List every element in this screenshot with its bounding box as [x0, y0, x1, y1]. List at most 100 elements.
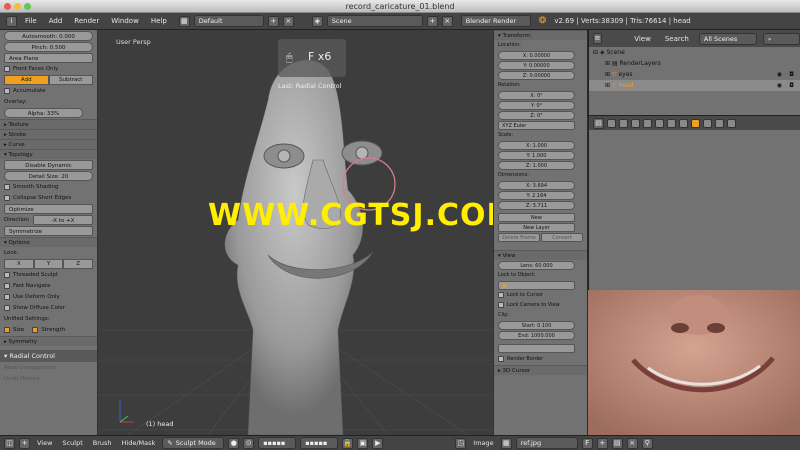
render-tab-icon[interactable] — [607, 118, 616, 128]
data-tab-icon[interactable] — [679, 118, 688, 128]
local-camera-field[interactable] — [498, 344, 575, 353]
scene-field[interactable]: Scene — [326, 15, 423, 27]
direction-select[interactable]: -X to +X — [32, 215, 93, 225]
open-image-icon[interactable]: ▤ — [611, 437, 623, 449]
accumulate-checkbox[interactable]: Accumulate — [4, 86, 93, 96]
viewport-editor-icon[interactable]: ◫ — [4, 437, 15, 449]
scene-tab-icon[interactable] — [631, 118, 640, 128]
rotation-z-field[interactable]: Z: 0° — [498, 111, 575, 120]
lock-object-field[interactable]: ▣ — [498, 281, 575, 290]
menu-sculpt[interactable]: Sculpt — [59, 439, 85, 447]
remove-scene-icon[interactable]: × — [441, 15, 453, 27]
material-tab-icon[interactable] — [691, 118, 700, 128]
clip-end-field[interactable]: End: 1000.000 — [498, 331, 575, 340]
subtract-button[interactable]: Subtract — [48, 75, 93, 85]
new-image-icon[interactable]: + — [596, 437, 608, 449]
menu-window[interactable]: Window — [107, 17, 143, 25]
area-plane-select[interactable]: Area Plane — [4, 53, 93, 63]
smooth-shading-checkbox[interactable]: Smooth Shading — [4, 182, 93, 192]
mode-select[interactable]: ✎ Sculpt Mode — [162, 437, 225, 449]
lock-x-button[interactable]: X — [4, 259, 34, 269]
collapse-menus-icon[interactable]: + — [19, 437, 30, 449]
outliner-view-menu[interactable]: View — [630, 35, 655, 43]
render-preview-icon[interactable]: ▣ — [357, 437, 369, 449]
outliner-renderlayers-row[interactable]: ⊞ ▤ RenderLayers — [589, 58, 800, 69]
delete-frame-button[interactable]: Delete Frame — [498, 233, 540, 242]
curve-section[interactable]: ▸ Curve — [0, 139, 97, 149]
symmetry-section[interactable]: ▸ Symmetry — [0, 336, 97, 346]
eye-visibility-icon[interactable]: ◉ — [777, 69, 782, 80]
outliner-head-row[interactable]: ⊞ ▽ head ◉ ◘ — [589, 80, 800, 91]
dimensions-z-field[interactable]: Z: 3.711 — [498, 201, 575, 210]
object-tab-icon[interactable] — [655, 118, 664, 128]
render-visibility-icon[interactable]: ◘ — [789, 69, 794, 80]
render-visibility-icon[interactable]: ◘ — [789, 80, 794, 91]
optimize-button[interactable]: Optimize — [4, 204, 93, 214]
menu-hide-mask[interactable]: Hide/Mask — [119, 439, 159, 447]
autosmooth-slider[interactable]: Autosmooth: 0.000 — [4, 31, 93, 41]
viewport-shading-icon[interactable]: ● — [228, 437, 240, 449]
close-window-icon[interactable] — [4, 3, 11, 10]
texture-tab-icon[interactable] — [703, 118, 712, 128]
outliner-eyes-row[interactable]: ⊞ ▽ eyes ◉ ◘ — [589, 69, 800, 80]
new-grease-pencil-button[interactable]: New — [498, 213, 575, 222]
render-engine-select[interactable]: Blender Render — [460, 15, 531, 27]
render-border-checkbox[interactable]: Render Border — [498, 355, 583, 364]
threaded-sculpt-checkbox[interactable]: Threaded Sculpt — [4, 270, 93, 280]
render-animation-icon[interactable]: ▶ — [372, 437, 384, 449]
transform-section[interactable]: ▾ Transform: — [494, 30, 587, 40]
unified-strength-checkbox[interactable]: Strength — [32, 325, 65, 335]
lens-field[interactable]: Lens: 60.000 — [498, 261, 575, 270]
scale-z-field[interactable]: Z: 1.000 — [498, 161, 575, 170]
menu-render[interactable]: Render — [70, 17, 103, 25]
alpha-slider[interactable]: Alpha: 33% — [4, 108, 83, 118]
image-name-field[interactable]: ref.jpg — [515, 437, 578, 449]
unified-size-checkbox[interactable]: Size — [4, 325, 24, 335]
clip-start-field[interactable]: Start: 0.100 — [498, 321, 575, 330]
topology-section[interactable]: ▾ Topology — [0, 149, 97, 159]
fake-user-button[interactable]: F — [581, 437, 593, 449]
fast-navigate-checkbox[interactable]: Fast Navigate — [4, 281, 93, 291]
rotation-mode-select[interactable]: XYZ Euler — [498, 121, 575, 130]
rotation-x-field[interactable]: X: 0° — [498, 91, 575, 100]
scale-x-field[interactable]: X: 1.000 — [498, 141, 575, 150]
menu-help[interactable]: Help — [147, 17, 171, 25]
outliner-scene-row[interactable]: ⊟ ◈ Scene — [589, 47, 800, 58]
radial-control-header[interactable]: ▾ Radial Control — [0, 350, 97, 362]
add-scene-icon[interactable]: + — [426, 15, 438, 27]
layers-buttons[interactable]: ▪▪▪▪▪ — [258, 437, 297, 449]
symmetrize-button[interactable]: Symmetrize — [4, 226, 93, 236]
view-section[interactable]: ▾ View — [494, 250, 587, 260]
screen-layout-icon[interactable]: ▦ — [178, 15, 190, 27]
image-editor[interactable] — [588, 290, 800, 435]
eye-visibility-icon[interactable]: ◉ — [777, 80, 782, 91]
minimize-window-icon[interactable] — [14, 3, 21, 10]
show-diffuse-color-checkbox[interactable]: Show Diffuse Color — [4, 303, 93, 313]
front-faces-only-checkbox[interactable]: Front Faces Only — [4, 64, 93, 74]
world-tab-icon[interactable] — [643, 118, 652, 128]
menu-brush[interactable]: Brush — [90, 439, 115, 447]
stroke-section[interactable]: ▸ Stroke — [0, 129, 97, 139]
dimensions-x-field[interactable]: X: 3.694 — [498, 181, 575, 190]
menu-image[interactable]: Image — [470, 439, 496, 447]
scale-y-field[interactable]: Y: 1.000 — [498, 151, 575, 160]
texture-section[interactable]: ▸ Texture — [0, 119, 97, 129]
editor-type-icon[interactable]: i — [6, 15, 17, 27]
disable-dynamic-button[interactable]: Disable Dynamic — [4, 160, 93, 170]
lock-layers-icon[interactable]: 🔒 — [342, 437, 354, 449]
outliner-editor-icon[interactable]: ≡ — [593, 33, 603, 44]
location-y-field[interactable]: Y: 0.00000 — [498, 61, 575, 70]
zoom-window-icon[interactable] — [24, 3, 31, 10]
outliner-search-input[interactable]: ⌕ — [762, 32, 800, 45]
render-layers-tab-icon[interactable] — [619, 118, 628, 128]
menu-view[interactable]: View — [34, 439, 55, 447]
collapse-short-edges-checkbox[interactable]: Collapse Short Edges — [4, 193, 93, 203]
screen-layout-field[interactable]: Default — [193, 15, 264, 27]
pinch-slider[interactable]: Pinch: 0.500 — [4, 42, 93, 52]
pin-icon[interactable]: ⚲ — [641, 437, 653, 449]
options-section[interactable]: ▾ Options — [0, 237, 97, 247]
convert-button[interactable]: Convert — [541, 233, 583, 242]
location-x-field[interactable]: X: 0.00000 — [498, 51, 575, 60]
layers-buttons-2[interactable]: ▪▪▪▪▪ — [300, 437, 339, 449]
add-layout-icon[interactable]: + — [267, 15, 279, 27]
